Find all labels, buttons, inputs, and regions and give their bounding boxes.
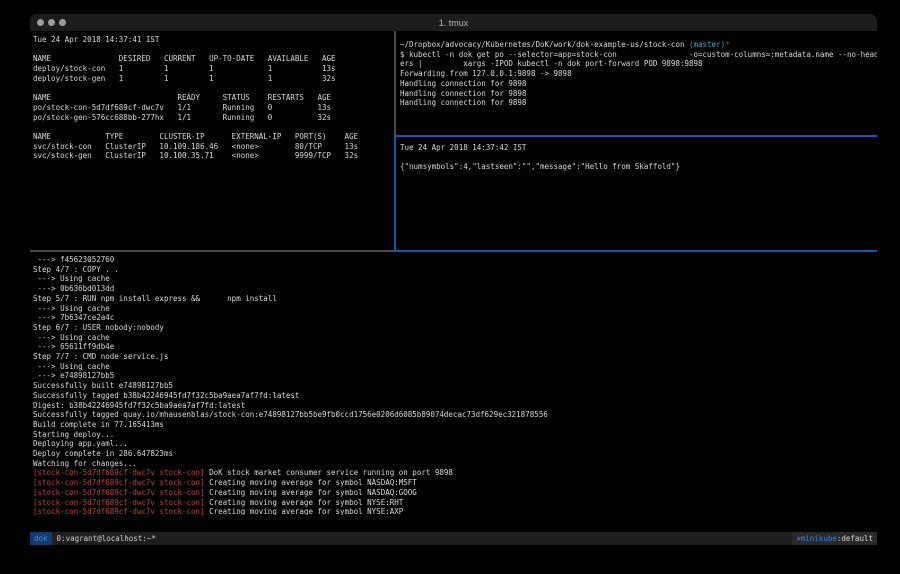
terminal-line: Step 7/7 : CMD node service.js [33,352,877,362]
close-button[interactable] [37,19,44,26]
terminal-line: svc/stock-con ClusterIP 10.109.186.46 <n… [33,142,394,152]
pane-divider-vertical-active[interactable] [394,135,396,252]
terminal-line: Deploying app.yaml... [33,439,877,449]
terminal-line [33,84,394,94]
window-title: 1. tmux [30,18,877,28]
tmux-content: Tue 24 Apr 2018 14:37:41 IST NAME DESIRED… [30,31,877,515]
pane-divider-horizontal-active[interactable] [394,135,877,137]
terminal-line: ---> 0b636bd013dd [33,284,877,294]
tmux-status-bar: dok 0:vagrant@localhost:~* ⎈minikube:def… [30,532,877,545]
terminal-line: ---> f45623052760 [33,255,877,265]
terminal-line: Successfully tagged quay.io/mhausenblas/… [33,410,877,420]
terminal-line: ---> Using cache [33,333,877,343]
terminal-line: ---> Using cache [33,304,877,314]
terminal-line: Digest: b38b42246945fd7f32c5ba9aea7af7fd… [33,401,877,411]
tmux-status-right: ⎈minikube:default [792,532,877,545]
terminal-window: 1. tmux Tue 24 Apr 2018 14:37:41 IST NAME… [30,14,877,546]
terminal-line: ---> e74898127bb5 [33,371,877,381]
terminal-line: {"numsymbols":4,"lastseen":"","message":… [400,162,877,172]
terminal-line: NAME DESIRED CURRENT UP-TO-DATE AVAILABL… [33,54,394,64]
terminal-line: Watching for changes... [33,459,877,469]
terminal-line: $ kubectl -n dok get po --selector=app=s… [400,50,877,60]
terminal-line: Successfully built e74898127bb5 [33,381,877,391]
terminal-line: deploy/stock-gen 1 1 1 1 32s [33,74,394,84]
terminal-line: NAME TYPE CLUSTER-IP EXTERNAL-IP PORT(S)… [33,132,394,142]
tmux-session-name[interactable]: dok [30,532,52,545]
terminal-line: Starting deploy... [33,430,877,440]
terminal-line: po/stock-gen-576cc688bb-277hx 1/1 Runnin… [33,113,394,123]
pane-skaffold-watch[interactable]: Tue 24 Apr 2018 14:37:42 IST {"numsymbols… [396,137,877,250]
terminal-line: [stock-con-5d7df689cf-dwc7v stock-con] C… [33,507,877,515]
terminal-line: [stock-con-5d7df689cf-dwc7v stock-con] D… [33,468,877,478]
kube-namespace: :default [837,534,873,543]
terminal-line: [stock-con-5d7df689cf-dwc7v stock-con] C… [33,478,877,488]
terminal-line: ---> 7b6347ce2a4c [33,313,877,323]
terminal-line: [stock-con-5d7df689cf-dwc7v stock-con] C… [33,488,877,498]
terminal-line: ers | xargs -IPOD kubectl -n dok port-fo… [400,59,877,69]
terminal-line: ~/Dropbox/advocacy/Kubernetes/DoK/work/d… [400,40,877,50]
terminal-line [400,153,877,163]
terminal-line: NAME READY STATUS RESTARTS AGE [33,93,394,103]
terminal-line [33,45,394,55]
pane-divider-horizontal-active-bottom[interactable] [394,250,877,252]
window-titlebar[interactable]: 1. tmux [30,14,877,31]
terminal-line: Tue 24 Apr 2018 14:37:41 IST [33,35,394,45]
terminal-line: [stock-con-5d7df689cf-dwc7v stock-con] C… [33,498,877,508]
kube-context: minikube [801,534,837,543]
pane-port-forward[interactable]: ~/Dropbox/advocacy/Kubernetes/DoK/work/d… [396,31,877,135]
tmux-window-label[interactable]: 0:vagrant@localhost:~* [52,532,156,545]
terminal-line: Step 6/7 : USER nobody:nobody [33,323,877,333]
terminal-line: Successfully tagged b38b42246945fd7f32c5… [33,391,877,401]
zoom-button[interactable] [59,19,66,26]
terminal-line: ---> Using cache [33,274,877,284]
terminal-line: svc/stock-gen ClusterIP 10.100.35.71 <no… [33,151,394,161]
terminal-line: ---> Using cache [33,362,877,372]
pane-divider-vertical-inactive[interactable] [394,31,396,135]
minimize-button[interactable] [48,19,55,26]
terminal-line: Handling connection for 9898 [400,89,877,99]
pane-divider-horizontal-inactive[interactable] [30,250,394,252]
terminal-line: Build complete in 77.165413ms [33,420,877,430]
terminal-line: Tue 24 Apr 2018 14:37:42 IST [400,143,877,153]
pane-build-log[interactable]: ---> f45623052760Step 4/7 : COPY . . ---… [30,252,877,515]
terminal-line: ---> 65611ff9db4e [33,342,877,352]
terminal-line: Step 4/7 : COPY . . [33,265,877,275]
terminal-line: deploy/stock-con 1 1 1 1 13s [33,64,394,74]
terminal-line: po/stock-con-5d7df689cf-dwc7v 1/1 Runnin… [33,103,394,113]
terminal-line [33,122,394,132]
terminal-line: Forwarding from 127.0.0.1:9898 -> 9898 [400,69,877,79]
terminal-line: Deploy complete in 286.647823ms [33,449,877,459]
window-controls [37,19,66,26]
terminal-line: Step 5/7 : RUN npm install express && np… [33,294,877,304]
terminal-line: Handling connection for 9898 [400,79,877,89]
terminal-line: Handling connection for 9898 [400,98,877,108]
pane-kubectl-resources[interactable]: Tue 24 Apr 2018 14:37:41 IST NAME DESIRED… [30,31,394,250]
